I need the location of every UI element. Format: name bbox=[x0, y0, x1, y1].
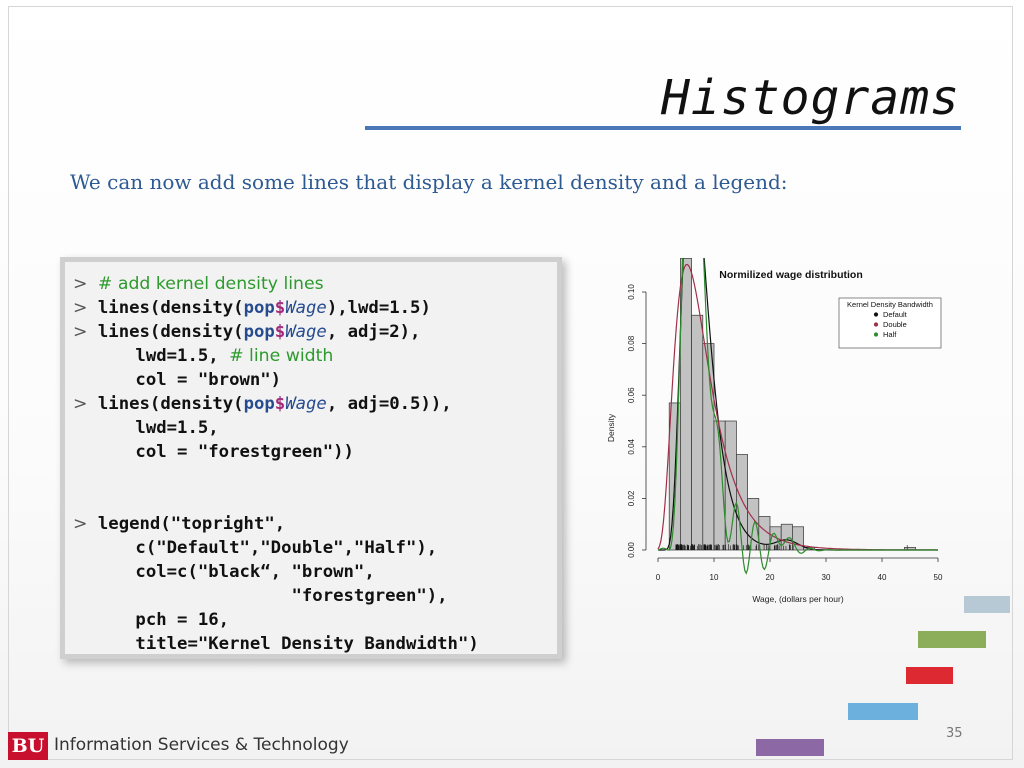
x-axis-label: Wage, (dollars per hour) bbox=[752, 594, 844, 604]
decor-bar-purple bbox=[756, 739, 824, 756]
x-tick-label: 0 bbox=[656, 573, 661, 582]
code-text: > # add kernel density lines > lines(den… bbox=[73, 274, 479, 654]
y-tick-label: 0.06 bbox=[627, 387, 636, 403]
code-block: > # add kernel density lines > lines(den… bbox=[60, 257, 562, 659]
legend-label-default: Default bbox=[883, 310, 908, 319]
x-tick-label: 40 bbox=[878, 573, 887, 582]
x-tick-label: 50 bbox=[934, 573, 943, 582]
x-tick-label: 20 bbox=[766, 573, 775, 582]
legend-label-half: Half bbox=[883, 330, 897, 339]
slide-subtitle: We can now add some lines that display a… bbox=[70, 170, 788, 194]
slide: Histograms We can now add some lines tha… bbox=[0, 0, 1024, 768]
title-underline bbox=[365, 126, 961, 130]
bu-logo: BU bbox=[8, 732, 48, 760]
page-number: 35 bbox=[946, 726, 963, 741]
legend-marker-half bbox=[873, 332, 879, 337]
chart-title: Normilized wage distribution bbox=[719, 269, 863, 281]
decor-bar-sky bbox=[848, 703, 918, 720]
x-tick-label: 30 bbox=[822, 573, 831, 582]
y-tick-label: 0.02 bbox=[627, 490, 636, 506]
histogram-bar bbox=[680, 258, 692, 551]
histogram-bar bbox=[780, 523, 793, 551]
y-tick-label: 0.04 bbox=[627, 438, 636, 454]
histogram-bar bbox=[702, 343, 715, 551]
slide-title: Histograms bbox=[661, 70, 960, 126]
y-axis-label: Density bbox=[606, 413, 616, 442]
y-tick-label: 0.10 bbox=[627, 284, 636, 300]
histogram-bar bbox=[691, 314, 704, 551]
density-histogram-chart: Normilized wage distribution 0 10 20 30 40 50 0… bbox=[606, 258, 943, 604]
legend-title: Kernel Density Bandwidth bbox=[847, 300, 933, 309]
legend-marker-double bbox=[873, 322, 879, 327]
y-tick-label: 0.00 bbox=[627, 542, 636, 558]
decor-bar-green bbox=[918, 631, 986, 648]
decor-bar-blue-gray bbox=[964, 596, 1010, 613]
y-tick-label: 0.08 bbox=[627, 335, 636, 351]
footer-organization: Information Services & Technology bbox=[54, 735, 349, 755]
x-tick-label: 10 bbox=[710, 573, 719, 582]
decor-bar-red bbox=[906, 667, 953, 684]
legend-label-double: Double bbox=[883, 320, 907, 329]
legend-marker-default bbox=[873, 312, 879, 317]
histogram-bar bbox=[736, 454, 748, 551]
